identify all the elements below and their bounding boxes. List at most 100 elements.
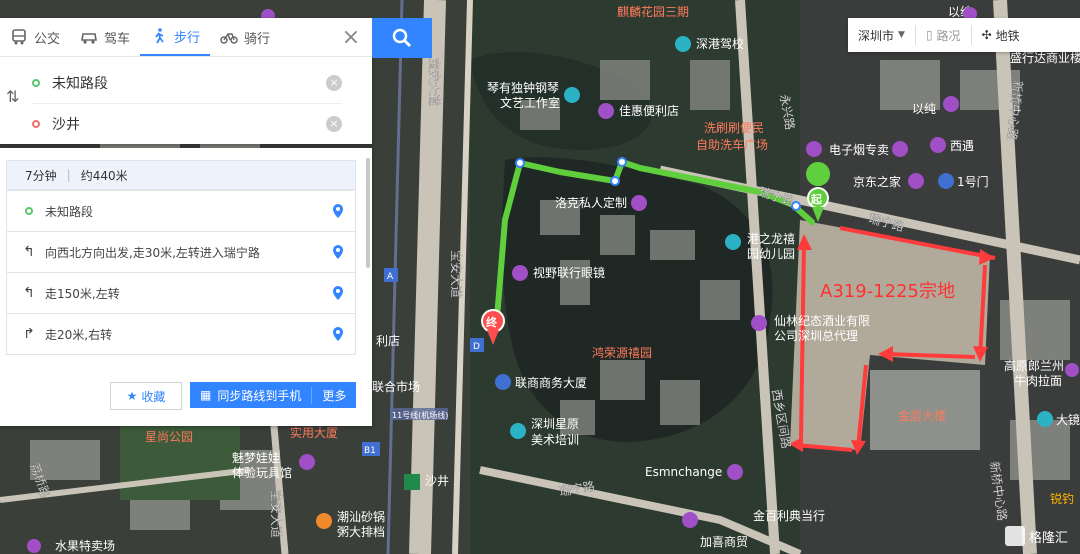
poi-label: 金百利典当行: [753, 508, 825, 523]
svg-text:A: A: [387, 272, 394, 282]
poi-label: 自助洗车广场: [696, 137, 768, 152]
poi-label: 西遇: [950, 139, 974, 153]
start-dot-icon: [25, 207, 33, 215]
turn-right-icon: ↱: [23, 326, 35, 342]
metro-line-label: 11号线(机场线): [392, 410, 448, 420]
chevron-down-icon: ▼: [898, 30, 905, 40]
poi-label: 加喜商贸: [700, 534, 748, 549]
tab-car[interactable]: 驾车: [70, 18, 140, 56]
travel-mode-tabs: 公交 驾车 步行 骑行 ×: [0, 18, 372, 57]
poi-label: 牛肉拉面: [1014, 373, 1062, 388]
poi-label: 金层大楼: [898, 408, 946, 423]
clear-origin-icon[interactable]: ×: [326, 75, 342, 91]
poi-label: 水果特卖场: [55, 538, 115, 553]
more-button[interactable]: 更多: [312, 387, 356, 404]
poi-label: 佳惠便利店: [619, 104, 679, 118]
route-step[interactable]: ↰ 走150米,左转: [7, 272, 355, 313]
poi-label: 锐钓: [1050, 492, 1074, 506]
route-steps: 未知路段 ↰ 向西北方向出发,走30米,左转进入瑞宁路 ↰ 走150米,左转 ↱…: [6, 190, 356, 355]
origin-dot-icon: [32, 79, 40, 87]
route-step-text: 走150米,左转: [45, 286, 120, 301]
city-name: 深圳市: [858, 28, 895, 43]
poi-label: Esmnchange: [645, 465, 722, 479]
poi-label: 体验玩具馆: [232, 465, 292, 480]
tab-bus[interactable]: 公交: [0, 18, 70, 56]
subway-label: 地铁: [995, 28, 1020, 43]
poi-label: 星尚公园: [145, 430, 193, 444]
poi-label: 沙井: [425, 474, 449, 488]
poi-label: 鸿荣源禧园: [592, 346, 652, 360]
route-result-panel: 7分钟 | 约440米 未知路段 ↰ 向西北方向出发,走30米,左转进入瑞宁路 …: [0, 148, 372, 426]
close-icon[interactable]: ×: [330, 25, 372, 50]
poi-label: 麒麟花园三期: [617, 4, 689, 19]
locate-pin-icon[interactable]: [331, 285, 345, 301]
poi-label: 京东之家: [853, 174, 901, 189]
poi-label: 港之龙禧: [747, 232, 795, 246]
poi-label: 利店: [376, 334, 400, 348]
favorite-button[interactable]: ★ 收藏: [110, 382, 182, 410]
poi-label: 文艺工作室: [500, 95, 560, 110]
poi-label: 深港驾校: [696, 36, 744, 51]
poi-label: 公司深圳总代理: [774, 329, 858, 343]
poi-label: 潮汕砂锅: [337, 509, 385, 524]
route-step[interactable]: 未知路段: [7, 190, 355, 231]
tab-bike-label: 骑行: [244, 31, 271, 47]
svg-text:B1: B1: [364, 446, 376, 456]
favorite-label: 收藏: [141, 389, 166, 404]
search-icon: [392, 28, 411, 47]
bus-icon: [12, 29, 26, 45]
svg-text:宝安大道: 宝安大道: [269, 490, 284, 538]
route-stops: ⇅ 未知路段 × 沙井 ×: [0, 57, 372, 144]
bike-icon: [220, 33, 238, 44]
tab-walk[interactable]: 步行: [140, 18, 211, 56]
route-step[interactable]: ↱ 走20米,右转: [7, 313, 355, 354]
poi-label: 美术培训: [531, 432, 579, 447]
destination-dot-icon: [32, 120, 40, 128]
poi-label: 盛行达商业楼: [1010, 50, 1080, 65]
poi-label: 仙林纪态酒业有限: [774, 314, 870, 328]
sync-to-phone-button[interactable]: ▦ 同步路线到手机: [190, 386, 313, 404]
subway-icon: ✣: [981, 28, 992, 42]
route-step-text: 未知路段: [45, 204, 94, 219]
poi-label: 大镜: [1056, 412, 1080, 427]
destination-field[interactable]: 沙井 ×: [32, 104, 342, 144]
svg-text:终: 终: [486, 315, 498, 329]
tab-walk-label: 步行: [174, 30, 201, 46]
sync-label: 同步路线到手机: [217, 388, 302, 403]
poi-label: 高原郎兰州: [1004, 358, 1064, 373]
sync-button-group: ▦ 同步路线到手机 更多: [190, 382, 357, 408]
scrollbar[interactable]: [366, 158, 370, 268]
origin-value: 未知路段: [52, 76, 108, 92]
poi-label: 1号门: [957, 174, 989, 189]
route-step-text: 向西北方向出发,走30米,左转进入瑞宁路: [45, 245, 260, 260]
search-button[interactable]: [372, 18, 432, 58]
poi-label: 深圳星原: [531, 417, 579, 431]
locate-pin-icon[interactable]: [331, 244, 345, 260]
locate-pin-icon[interactable]: [331, 203, 345, 219]
car-icon: [81, 33, 97, 44]
traffic-label: 路况: [936, 28, 961, 43]
clear-destination-icon[interactable]: ×: [326, 116, 342, 132]
poi-label: 园幼儿园: [747, 247, 795, 261]
star-icon: ★: [126, 389, 138, 403]
svg-text:格隆汇: 格隆汇: [1029, 530, 1068, 546]
turn-left-icon: ↰: [23, 285, 35, 301]
poi-label: 魅梦娃娃: [232, 450, 280, 465]
city-toolbar: 深圳市 ▼ ▯ 路况 ✣ 地铁: [848, 18, 1080, 52]
origin-field[interactable]: 未知路段 ×: [32, 63, 342, 104]
poi-label: 电子烟专卖: [829, 142, 889, 157]
route-step[interactable]: ↰ 向西北方向出发,走30米,左转进入瑞宁路: [7, 231, 355, 272]
subway-toggle[interactable]: ✣ 地铁: [970, 25, 1030, 45]
route-actions: ★ 收藏 ▦ 同步路线到手机 更多: [110, 382, 357, 410]
traffic-toggle[interactable]: ▯ 路况: [914, 25, 971, 45]
svg-text:宝安大道: 宝安大道: [449, 250, 464, 298]
poi-label: 洛克私人定制: [555, 195, 627, 210]
swap-icon[interactable]: ⇅: [6, 87, 19, 106]
city-selector[interactable]: 深圳市 ▼: [848, 25, 915, 45]
route-panel: 公交 驾车 步行 骑行 × ⇅ 未知路段 × 沙井 ×: [0, 18, 372, 144]
poi-label: 粥大排档: [337, 525, 385, 539]
phone-sync-icon: ▦: [200, 388, 212, 402]
route-summary[interactable]: 7分钟 | 约440米: [6, 160, 356, 190]
tab-bike[interactable]: 骑行: [210, 18, 280, 56]
locate-pin-icon[interactable]: [331, 326, 345, 342]
